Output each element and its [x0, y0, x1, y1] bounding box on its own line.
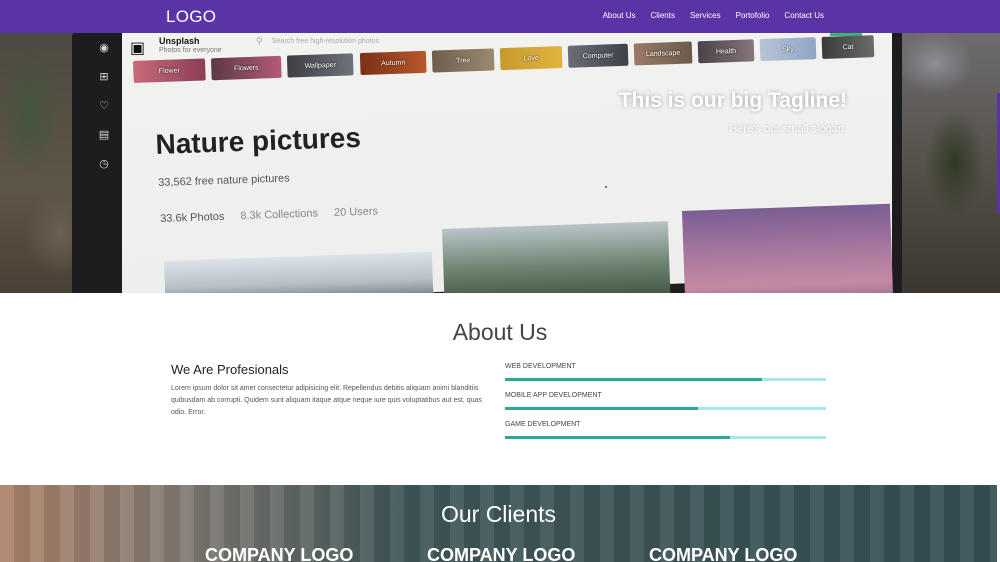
hero-background-right — [895, 33, 1000, 293]
screen-search-placeholder: Search free high-resolution photos — [272, 38, 380, 45]
camera-icon: ◉ — [99, 41, 109, 54]
chip-computer: Computer — [567, 43, 629, 68]
about-paragraph: Lorem ipsum dolor sit amet consectetur a… — [171, 385, 482, 416]
site-logo[interactable]: LOGO — [166, 7, 216, 27]
chip-love: Love — [499, 46, 563, 71]
screen-photo-forest — [442, 221, 672, 293]
hero-tagline: This is our big Tagline! — [618, 89, 847, 112]
clients-heading: Our Clients — [440, 501, 557, 527]
nav-link-about-us[interactable]: About Us — [603, 11, 636, 20]
nav-links: About Us Clients Services Portofolio Con… — [603, 11, 824, 20]
screen-brand-name: Unsplash — [159, 36, 200, 46]
skill-mobile-app-development: MOBILE APP DEVELOPMENT — [505, 392, 826, 410]
chip-flowers: Flowers — [210, 55, 282, 81]
chip-tree: Tree — [431, 48, 495, 73]
clock-icon: ◷ — [99, 157, 109, 170]
hero-slogan: Here's our small slogan. — [729, 123, 847, 135]
about-subheading: We Are Profesionals — [171, 362, 289, 377]
screen-stat-photos: 33.6k Photos — [160, 210, 225, 225]
chip-health: Health — [697, 39, 755, 64]
skill-label: GAME DEVELOPMENT — [505, 421, 581, 428]
chip-sky: Sky — [759, 37, 817, 62]
client-logo-1[interactable]: COMPANY LOGO — [205, 545, 353, 562]
skill-game-development: GAME DEVELOPMENT — [505, 421, 826, 439]
hero-section: ◉ ⊞ ♡ ▤ ◷ ▣ Unsplash Photos for everyone… — [0, 33, 1000, 293]
screen-photo-sky — [682, 203, 894, 293]
nav-link-contact-us[interactable]: Contact Us — [784, 11, 824, 20]
nav-link-portofolio[interactable]: Portofolio — [736, 11, 770, 20]
screen-cursor-dot — [605, 186, 607, 188]
skill-web-development: WEB DEVELOPMENT — [505, 363, 826, 381]
skill-progress-bar — [505, 436, 730, 439]
skill-label: WEB DEVELOPMENT — [505, 363, 576, 370]
skill-label: MOBILE APP DEVELOPMENT — [505, 392, 602, 399]
chip-wallpaper: Wallpaper — [286, 53, 354, 78]
client-logo-3[interactable]: COMPANY LOGO — [649, 545, 797, 562]
client-logo-2[interactable]: COMPANY LOGO — [427, 545, 575, 562]
about-heading: About Us — [452, 319, 548, 345]
screen-stat-users: 20 Users — [333, 205, 379, 219]
clients-section: Our Clients COMPANY LOGO COMPANY LOGO CO… — [0, 485, 997, 562]
chip-cat: Cat — [821, 35, 875, 59]
navbar: LOGO About Us Clients Services Portofoli… — [0, 0, 1000, 33]
skill-progress-bar — [505, 378, 762, 381]
skill-track — [505, 407, 826, 410]
skill-track — [505, 436, 826, 439]
chip-flower: Flower — [133, 58, 206, 83]
screen-brand-sub: Photos for everyone — [159, 47, 222, 54]
chip-landscape: Landscape — [633, 41, 693, 66]
collection-icon: ▤ — [98, 128, 110, 141]
screen-search-icon: ⚲ — [256, 37, 263, 47]
skill-progress-bar — [505, 407, 698, 410]
chip-autumn: Autumn — [359, 50, 427, 76]
skill-track — [505, 378, 826, 381]
grid-icon: ⊞ — [99, 70, 109, 83]
nav-link-services[interactable]: Services — [690, 11, 721, 20]
heart-icon: ♡ — [99, 99, 109, 112]
unsplash-camera-icon: ▣ — [130, 38, 146, 57]
nav-link-clients[interactable]: Clients — [650, 11, 674, 20]
